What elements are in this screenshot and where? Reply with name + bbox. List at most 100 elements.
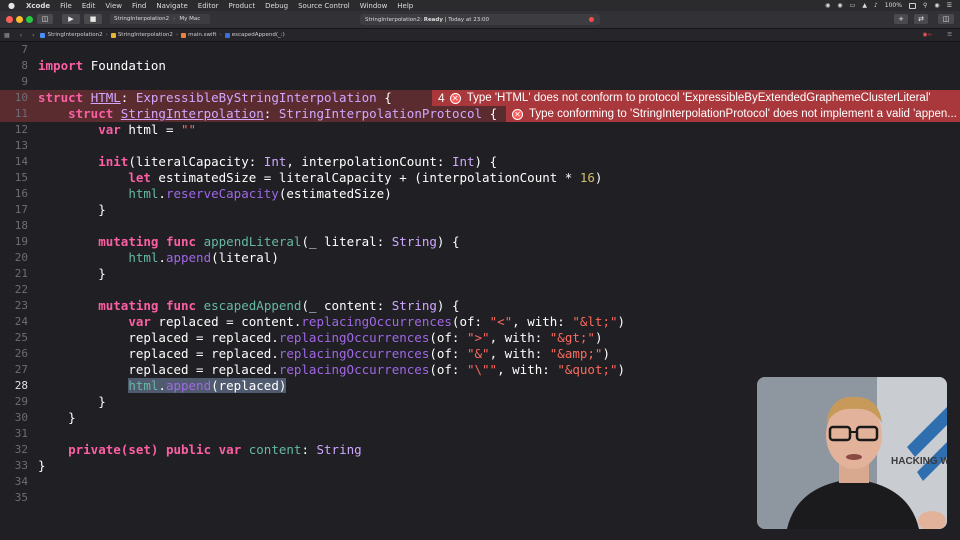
code-text: }	[68, 410, 76, 425]
code-text: mutating func escapedAppend(_ content: S…	[98, 298, 460, 313]
error-count: 4	[438, 91, 445, 105]
line-number: 31	[14, 427, 28, 440]
code-text: html.reserveCapacity(estimatedSize)	[128, 186, 392, 201]
code-line: 27 replaced = replaced.replacingOccurren…	[0, 362, 960, 378]
stop-button[interactable]: ■	[84, 14, 102, 24]
line-number: 18	[14, 219, 28, 232]
menu-help[interactable]: Help	[397, 2, 413, 10]
activity-status: Ready	[423, 16, 443, 23]
line-number-current: 28	[14, 379, 28, 392]
destination-name: My Mac	[179, 16, 201, 22]
code-review-button[interactable]: ⇄	[914, 14, 928, 24]
code-line: 14 init(literalCapacity: Int, interpolat…	[0, 154, 960, 170]
line-number: 7	[21, 43, 28, 56]
back-arrow-icon[interactable]: ‹	[20, 32, 22, 39]
related-items-icon[interactable]: ▦	[4, 32, 10, 39]
inline-error-banner[interactable]: 4 ✕ Type 'HTML' does not conform to prot…	[432, 90, 960, 106]
code-text: init(literalCapacity: Int, interpolation…	[98, 154, 498, 169]
selected-text[interactable]: html.append(replaced)	[128, 378, 287, 393]
sidebar-icon: ◫	[41, 15, 49, 23]
control-center-icon[interactable]: ◉	[837, 2, 842, 9]
line-number: 22	[14, 283, 28, 296]
run-button[interactable]: ▶	[62, 14, 80, 24]
issue-navigator-icon[interactable]: ◉‹›	[923, 32, 932, 38]
volume-icon[interactable]: ♪	[874, 2, 878, 9]
scheme-name: StringInterpolation2	[114, 16, 170, 22]
menu-debug[interactable]: Debug	[265, 2, 288, 10]
menu-find[interactable]: Find	[132, 2, 146, 10]
search-icon[interactable]: ⚲	[923, 2, 927, 9]
line-number: 10	[14, 91, 28, 104]
line-number: 30	[14, 411, 28, 424]
method-icon	[224, 32, 230, 38]
menu-edit[interactable]: Edit	[82, 2, 96, 10]
line-number: 13	[14, 139, 28, 152]
line-number: 19	[14, 235, 28, 248]
line-number: 24	[14, 315, 28, 328]
menu-window[interactable]: Window	[360, 2, 388, 10]
code-text: private(set) public var content: String	[68, 442, 362, 457]
scheme-selector[interactable]: StringInterpolation2 › My Mac	[110, 14, 210, 24]
plus-icon: +	[898, 15, 904, 23]
error-x-icon: ✕	[449, 92, 461, 104]
line-number: 14	[14, 155, 28, 168]
menu-navigate[interactable]: Navigate	[156, 2, 187, 10]
adjust-editor-icon[interactable]: ☰	[947, 32, 952, 38]
code-line: 7	[0, 42, 960, 58]
breadcrumb-project[interactable]: StringInterpolation2	[47, 32, 102, 38]
breadcrumb-file[interactable]: main.swift	[188, 32, 216, 38]
chevron-right-icon: ›	[105, 32, 108, 38]
siri-icon[interactable]: ◉	[934, 2, 939, 9]
airplay-icon[interactable]: ▭	[850, 2, 856, 9]
line-number: 23	[14, 299, 28, 312]
menu-editor[interactable]: Editor	[198, 2, 219, 10]
line-number: 15	[14, 171, 28, 184]
line-number: 16	[14, 187, 28, 200]
code-line: 13	[0, 138, 960, 154]
activity-project: StringInterpolation2:	[365, 16, 422, 23]
inline-error-banner[interactable]: ✕ Type conforming to 'StringInterpolatio…	[506, 106, 960, 122]
folder-icon	[110, 32, 116, 38]
breadcrumb-group[interactable]: StringInterpolation2	[118, 32, 173, 38]
navigator-toggle-button[interactable]: ◫	[37, 14, 53, 24]
line-number: 9	[21, 75, 28, 88]
status-menu-area: ◉ ◉ ▭ ▲ ♪ 100% ⚲ ◉ ☰	[825, 0, 952, 11]
line-number: 33	[14, 459, 28, 472]
presenter-video: HACKING W	[757, 377, 947, 529]
code-line: 26 replaced = replaced.replacingOccurren…	[0, 346, 960, 362]
menu-xcode[interactable]: Xcode	[26, 2, 50, 10]
chevron-right-icon: ›	[219, 32, 222, 38]
close-window-button[interactable]	[6, 16, 13, 23]
zoom-window-button[interactable]	[26, 16, 33, 23]
code-line: 18	[0, 218, 960, 234]
battery-icon[interactable]	[908, 2, 916, 9]
minimize-window-button[interactable]	[16, 16, 23, 23]
code-text: replaced = replaced.replacingOccurrences…	[128, 346, 610, 361]
code-text: replaced = replaced.replacingOccurrences…	[128, 330, 603, 345]
inspector-toggle-button[interactable]: ◫	[938, 14, 954, 24]
error-x-icon: ✕	[512, 108, 523, 120]
screen-record-icon[interactable]: ◉	[825, 2, 830, 9]
notification-center-icon[interactable]: ☰	[947, 2, 952, 9]
line-number: 25	[14, 331, 28, 344]
menu-view[interactable]: View	[105, 2, 122, 10]
code-line: 24 var replaced = content.replacingOccur…	[0, 314, 960, 330]
code-text: struct StringInterpolation: StringInterp…	[68, 106, 498, 121]
forward-arrow-icon[interactable]: ›	[32, 32, 34, 39]
code-text: var replaced = content.replacingOccurren…	[128, 314, 626, 329]
code-line: 12 var html = ""	[0, 122, 960, 138]
error-badge-icon[interactable]	[589, 17, 594, 22]
wifi-icon[interactable]: ▲	[862, 2, 867, 9]
menu-source-control[interactable]: Source Control	[298, 2, 350, 10]
apple-menu-icon[interactable]: ●	[8, 1, 18, 10]
menu-product[interactable]: Product	[229, 2, 256, 10]
code-text: }	[98, 202, 106, 217]
menu-file[interactable]: File	[60, 2, 72, 10]
project-icon	[40, 32, 46, 38]
breadcrumb-symbol[interactable]: escapedAppend(_:)	[232, 32, 285, 38]
code-text: let estimatedSize = literalCapacity + (i…	[128, 170, 603, 185]
line-number: 29	[14, 395, 28, 408]
library-button[interactable]: +	[894, 14, 908, 24]
code-text: }	[98, 394, 106, 409]
line-number: 21	[14, 267, 28, 280]
